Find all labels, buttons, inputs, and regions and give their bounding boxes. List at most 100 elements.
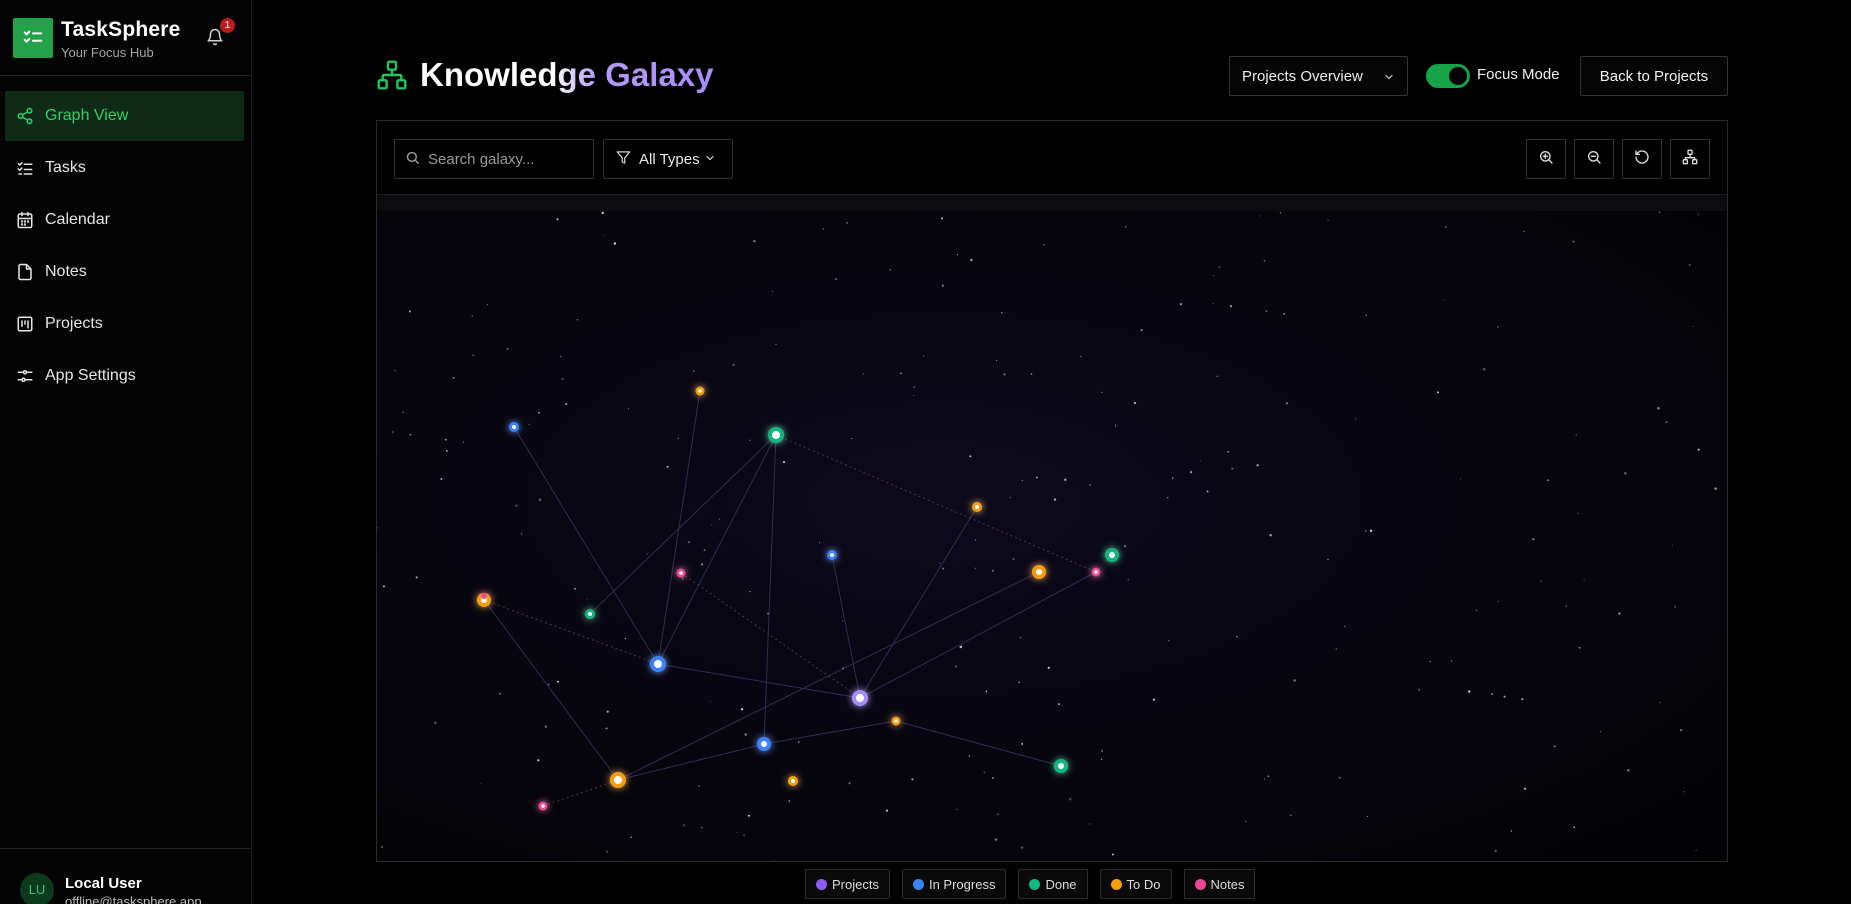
star [788,800,791,802]
node-project[interactable] [852,690,868,706]
legend-label: Done [1045,876,1077,892]
star [409,433,412,436]
legend-item-to-do[interactable]: To Do [1099,869,1172,899]
node-todo[interactable] [972,502,982,512]
back-to-projects-button[interactable]: Back to Projects [1580,56,1728,96]
type-filter-dropdown[interactable]: All Types [603,139,733,179]
star [1236,636,1238,638]
star [995,359,998,362]
sidebar-item-label: Notes [45,263,87,280]
user-profile[interactable]: LU Local User offline@tasksphere.app [0,848,252,904]
sidebar-item-app-settings[interactable]: App Settings [5,351,244,401]
legend-item-notes[interactable]: Notes [1183,869,1256,899]
star [1510,830,1513,832]
star [1583,579,1585,582]
star [709,700,711,702]
star [900,372,902,375]
star [498,692,501,695]
node-note[interactable] [481,593,487,599]
star [1030,373,1033,375]
star [1189,470,1193,474]
node-todo[interactable] [610,772,626,788]
star [1089,823,1091,825]
view-select-value: Projects Overview [1242,67,1363,85]
star [1218,266,1221,268]
legend-label: To Do [1126,876,1161,892]
node-todo[interactable] [788,776,798,786]
chevron-down-icon [1383,70,1395,87]
star [743,834,745,837]
node-done[interactable] [1054,759,1068,773]
star [1057,703,1060,706]
kanban-icon [15,314,35,334]
focus-mode-toggle[interactable] [1426,64,1470,88]
node-in-progress[interactable] [827,550,837,560]
legend-label: Notes [1210,876,1245,892]
star [605,727,608,730]
star [797,741,800,743]
sidebar-item-graph-view[interactable]: Graph View [5,91,244,141]
star [1018,681,1020,684]
reset-view-button[interactable] [1622,139,1662,179]
star [1279,212,1282,214]
star [544,725,548,728]
star [747,814,751,817]
legend-item-projects[interactable]: Projects [805,869,890,899]
view-select[interactable]: Projects Overview [1229,56,1408,96]
node-in-progress[interactable] [757,737,771,751]
star [1714,487,1717,490]
sidebar-nav: Graph View Tasks Calendar Notes Projects [5,91,244,403]
legend-dot [912,878,924,890]
star [1443,299,1445,301]
layout-button[interactable] [1670,139,1710,179]
star [1012,558,1015,561]
node-note[interactable] [1091,567,1101,577]
node-todo[interactable] [1032,565,1046,579]
node-note[interactable] [676,568,686,578]
star [402,411,404,414]
star [606,710,609,713]
star [1599,730,1602,733]
sidebar-item-notes[interactable]: Notes [5,247,244,297]
node-in-progress[interactable] [509,422,519,432]
legend-dot [1110,878,1122,890]
zoom-out-button[interactable] [1574,139,1614,179]
star [1658,211,1661,213]
star [1418,688,1421,691]
zoom-in-button[interactable] [1526,139,1566,179]
search-input[interactable]: Search galaxy... [394,139,594,179]
star [613,242,617,245]
node-done[interactable] [585,609,595,619]
legend-item-done[interactable]: Done [1018,869,1088,899]
star [1114,425,1117,427]
star [1683,791,1685,793]
star [1080,355,1082,357]
reset-icon [1634,149,1650,170]
graph-links [483,390,1097,781]
node-done[interactable] [768,427,784,443]
star [692,370,695,372]
star [1657,407,1660,410]
legend-item-in-progress[interactable]: In Progress [901,869,1007,899]
sidebar-item-tasks[interactable]: Tasks [5,143,244,193]
star [1256,464,1259,467]
star [771,290,774,292]
star [974,567,976,569]
star [959,645,963,649]
sidebar-item-projects[interactable]: Projects [5,299,244,349]
node-todo[interactable] [891,716,901,726]
sidebar-item-calendar[interactable]: Calendar [5,195,244,245]
node-in-progress[interactable] [650,656,666,672]
star [1152,698,1156,701]
node-note[interactable] [538,801,548,811]
sidebar-item-label: Tasks [45,159,86,176]
star [1124,225,1127,228]
galaxy-canvas[interactable] [377,211,1727,861]
star [862,373,865,375]
node-todo[interactable] [695,386,705,396]
star [515,504,518,507]
node-done[interactable] [1105,548,1119,562]
star [885,809,889,812]
star [682,577,684,580]
star [994,838,998,841]
